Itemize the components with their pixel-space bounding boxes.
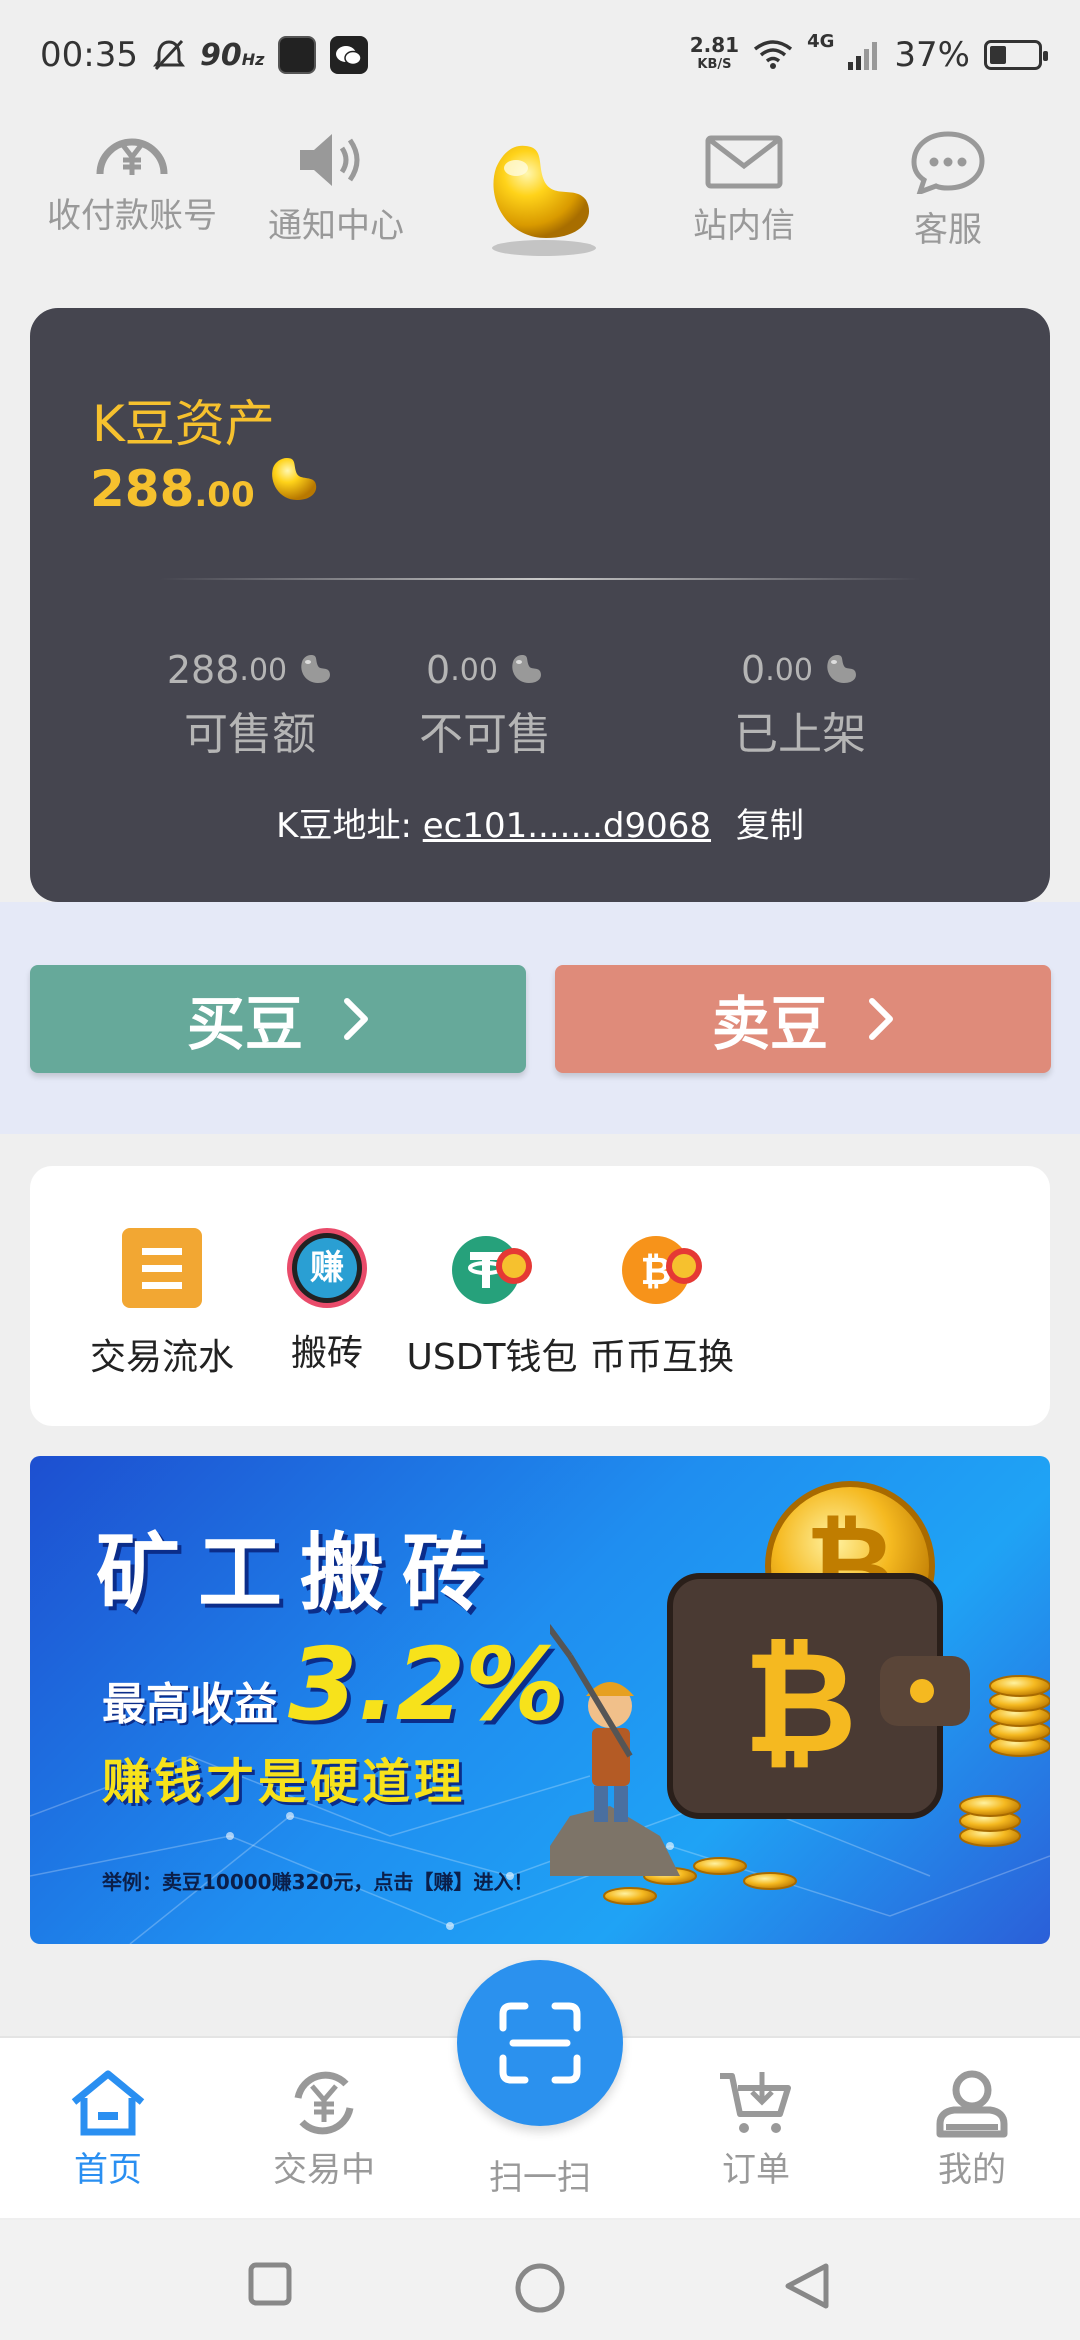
banner-title: 矿工搬砖	[96, 1524, 505, 1622]
transaction-list-icon	[122, 1228, 202, 1308]
cart-icon	[720, 2072, 791, 2133]
gray-bean-icon	[827, 655, 856, 683]
speaker-icon	[300, 134, 360, 186]
clock: 00:35	[40, 35, 138, 75]
alarm-off-icon	[152, 39, 185, 71]
chevron-right-icon	[869, 998, 893, 1040]
scan-button[interactable]	[457, 1960, 623, 2126]
status-bar: 00:35 90Hz 2.81 KB/S 4G 37%	[0, 0, 1080, 110]
net-speed: 2.81 KB/S	[689, 33, 740, 72]
gold-bean-icon[interactable]	[476, 138, 606, 258]
feature-coin-swap[interactable]: ₿ 币币互换	[552, 1226, 772, 1380]
usdt-wallet-icon	[452, 1236, 532, 1304]
asset-card: K豆资产 288.00 288.00 可售额 0.00 不可售 0.00 已上架…	[30, 308, 1050, 902]
miner-bitcoin-wallet-illustration: ₿ ₿	[550, 1481, 1050, 1905]
gold-bean-small-icon	[271, 458, 316, 500]
tab-home[interactable]: 首页	[18, 2068, 198, 2191]
mail-icon	[705, 135, 783, 189]
wifi-icon	[754, 40, 793, 69]
shortcut-inbox[interactable]: 站内信	[644, 130, 844, 247]
buy-bean-button[interactable]: 买豆	[30, 965, 526, 1073]
shortcut-notification-center[interactable]: 通知中心	[236, 130, 436, 247]
recent-apps-icon[interactable]	[248, 2262, 292, 2306]
banner-slogan: 赚钱才是硬道理	[102, 1754, 467, 1810]
network-type: 4G	[807, 31, 835, 52]
tab-scan-label: 扫一扫	[489, 2158, 591, 2198]
stat-not-sellable: 0.00 不可售	[419, 648, 551, 760]
earn-badge-icon: 赚	[285, 1226, 369, 1310]
asset-title: K豆资产	[92, 395, 275, 453]
system-navigation-bar	[0, 2220, 1080, 2340]
tab-trading[interactable]: 交易中	[234, 2068, 414, 2191]
gray-bean-icon	[512, 655, 541, 683]
user-icon	[936, 2070, 1008, 2138]
svg-text:₿: ₿	[743, 1622, 857, 1785]
chevron-right-icon	[344, 998, 368, 1040]
shield-app-icon	[278, 36, 317, 74]
stat-listed: 0.00 已上架	[734, 648, 866, 760]
home-circle-icon[interactable]	[514, 2262, 566, 2314]
signal-icon	[848, 42, 878, 70]
yen-circle-icon	[96, 138, 168, 175]
refresh-rate: 90Hz	[199, 37, 265, 73]
battery-percent: 37%	[894, 35, 970, 75]
sell-bean-button[interactable]: 卖豆	[555, 965, 1051, 1073]
bean-address: K豆地址: ec101.......d9068 复制	[276, 806, 804, 846]
back-triangle-icon[interactable]	[782, 2262, 832, 2310]
tab-profile[interactable]: 我的	[882, 2068, 1062, 2191]
asset-total: 288.00	[90, 454, 321, 518]
tab-orders[interactable]: 订单	[666, 2068, 846, 2191]
scan-icon	[499, 2002, 581, 2084]
bitcoin-swap-icon: ₿	[622, 1236, 702, 1304]
shortcut-payment-accounts[interactable]: 收付款账号	[32, 130, 232, 237]
address-link[interactable]: ec101.......d9068	[423, 806, 711, 846]
banner-note: 举例：卖豆10000赚320元，点击【赚】进入！	[102, 1870, 534, 1894]
copy-address-button[interactable]: 复制	[736, 806, 804, 846]
card-divider	[160, 578, 920, 580]
home-icon	[71, 2070, 145, 2136]
feature-grid: 交易流水 赚 搬砖 USDT钱包 ₿ 币币互换	[30, 1166, 1050, 1426]
trade-actions-band: 买豆 卖豆	[0, 902, 1080, 1134]
banner-yield: 最高收益 3.2%	[102, 1626, 566, 1743]
shortcut-customer-service[interactable]: 客服	[848, 130, 1048, 251]
yen-exchange-icon	[294, 2071, 354, 2135]
battery-icon	[984, 40, 1048, 70]
wechat-icon	[330, 36, 369, 74]
promo-banner[interactable]: 矿工搬砖 最高收益 3.2% 赚钱才是硬道理 举例：卖豆10000赚320元，点…	[30, 1456, 1050, 1944]
chat-bubble-icon	[911, 131, 985, 194]
